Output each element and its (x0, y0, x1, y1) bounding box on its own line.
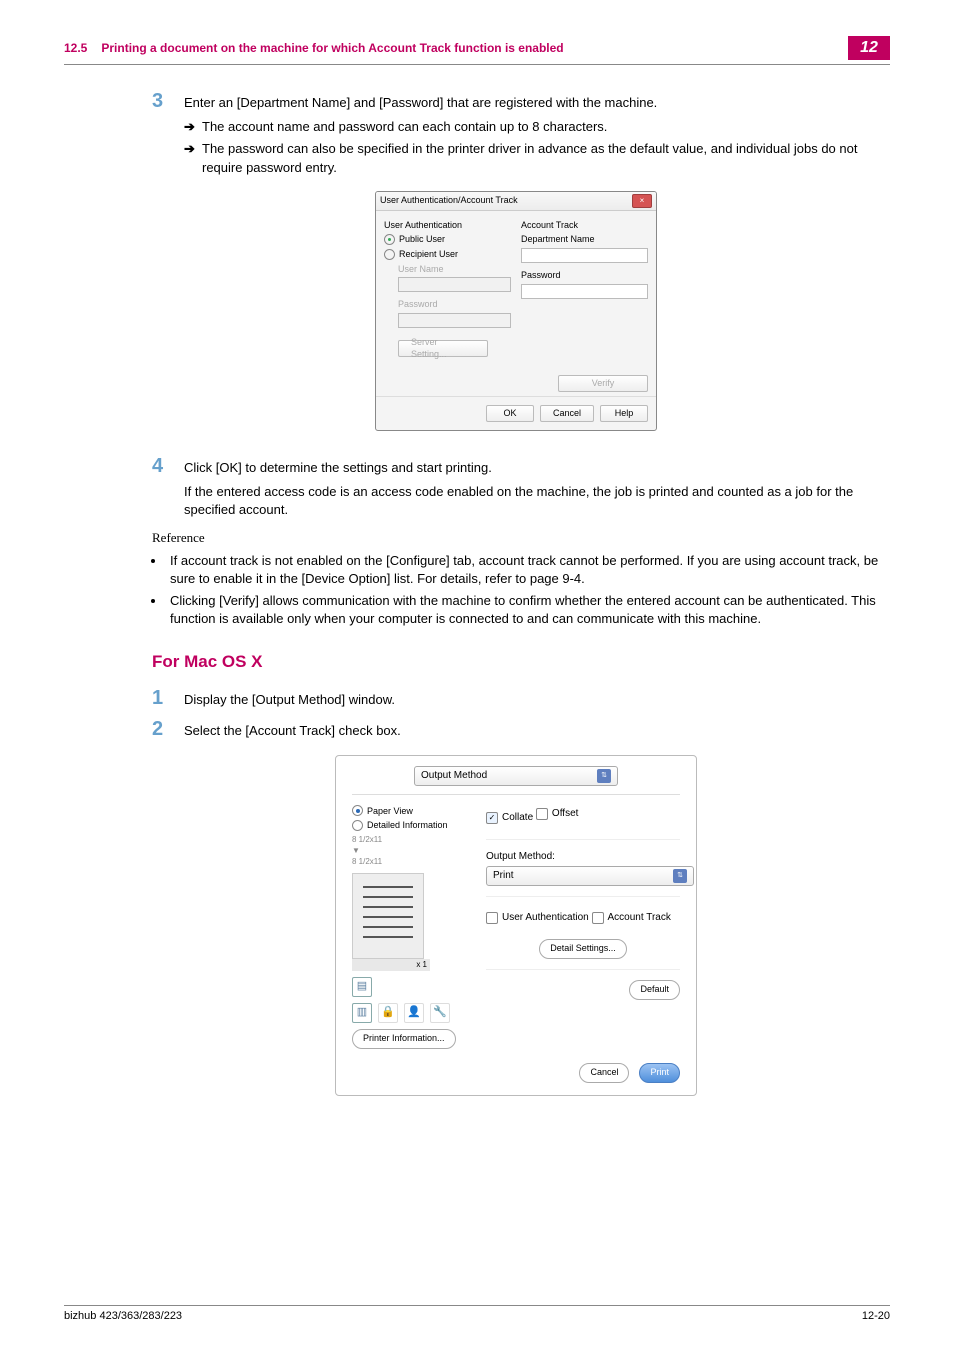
step-number-3: 3 (152, 91, 184, 112)
arrow-icon: ➔ (184, 118, 202, 136)
public-user-radio[interactable] (384, 234, 395, 245)
dept-name-label: Department Name (521, 233, 648, 246)
help-button[interactable]: Help (600, 405, 648, 422)
ua-password-input (398, 313, 511, 328)
user-auth-checkbox[interactable] (486, 912, 498, 924)
section-number: 12.5 (64, 41, 87, 55)
offset-checkbox[interactable] (536, 808, 548, 820)
account-track-checkbox[interactable] (592, 912, 604, 924)
detailed-info-radio[interactable] (352, 820, 363, 831)
step-4-text: Click [OK] to determine the settings and… (184, 459, 880, 477)
dim-a: 8 1/2x11 (352, 834, 472, 845)
dept-name-input[interactable] (521, 248, 648, 263)
footer-left: bizhub 423/363/283/223 (64, 1310, 182, 1322)
recipient-user-label: Recipient User (399, 248, 458, 261)
user-auth-label: User Authentication (502, 911, 589, 925)
footer-right: 12-20 (862, 1310, 890, 1322)
lock-icon: 🔒 (378, 1003, 398, 1023)
step-3-sub1: The account name and password can each c… (202, 118, 607, 136)
detail-settings-button[interactable]: Detail Settings... (539, 939, 627, 959)
chevron-up-down-icon: ⇅ (673, 869, 687, 883)
public-user-label: Public User (399, 233, 445, 246)
mac-step-number-2: 2 (152, 719, 184, 740)
reference-bullet-1: If account track is not enabled on the [… (166, 552, 880, 588)
paper-view-label: Paper View (367, 805, 413, 818)
collate-label: Collate (502, 811, 533, 825)
page-preview (352, 873, 424, 959)
step-3-sub2: The password can also be specified in th… (202, 140, 880, 176)
output-method-value: Print (493, 869, 514, 883)
arrow-down-icon: ▼ (352, 845, 472, 856)
ok-button[interactable]: OK (486, 405, 534, 422)
reference-heading: Reference (152, 529, 880, 547)
user-icon: 👤 (404, 1003, 424, 1023)
dim-b: 8 1/2x11 (352, 856, 472, 867)
mac-print-button[interactable]: Print (639, 1063, 680, 1083)
user-auth-heading: User Authentication (384, 219, 511, 232)
default-button[interactable]: Default (629, 980, 680, 1000)
close-icon[interactable]: × (632, 194, 652, 208)
collate-checkbox[interactable]: ✓ (486, 812, 498, 824)
step-3-text: Enter an [Department Name] and [Password… (184, 91, 880, 112)
paper-view-radio[interactable] (352, 805, 363, 816)
step-number-4: 4 (152, 456, 184, 520)
user-name-input (398, 277, 511, 292)
account-track-label: Account Track (608, 911, 671, 925)
verify-button[interactable]: Verify (558, 375, 648, 392)
at-password-input[interactable] (521, 284, 648, 299)
section-title: Printing a document on the machine for w… (101, 41, 848, 55)
step-4-para: If the entered access code is an access … (184, 483, 880, 519)
cancel-button[interactable]: Cancel (540, 405, 594, 422)
detailed-info-label: Detailed Information (367, 819, 448, 832)
offset-label: Offset (552, 807, 579, 821)
printer-info-button[interactable]: Printer Information... (352, 1029, 456, 1049)
pane-select-value: Output Method (421, 769, 487, 783)
output-method-label: Output Method: (486, 850, 680, 864)
mac-step-1-text: Display the [Output Method] window. (184, 688, 880, 709)
user-name-label: User Name (398, 263, 511, 276)
mac-step-2-text: Select the [Account Track] check box. (184, 719, 880, 740)
chapter-badge: 12 (848, 36, 890, 60)
mac-step-number-1: 1 (152, 688, 184, 709)
recipient-user-radio[interactable] (384, 249, 395, 260)
copies-badge: x 1 (352, 959, 430, 970)
pane-select[interactable]: Output Method ⇅ (414, 766, 618, 786)
mac-output-method-dialog: Output Method ⇅ Paper View (335, 755, 697, 1096)
arrow-icon: ➔ (184, 140, 202, 158)
reference-bullet-2: Clicking [Verify] allows communication w… (166, 592, 880, 628)
tray-icon: ▤ (352, 977, 372, 997)
account-track-heading: Account Track (521, 219, 648, 232)
server-setting-button: Server Setting... (398, 340, 488, 357)
chevron-up-down-icon: ⇅ (597, 769, 611, 783)
user-auth-dialog: User Authentication/Account Track × User… (375, 191, 657, 431)
mac-heading: For Mac OS X (152, 650, 880, 674)
output-method-select[interactable]: Print ⇅ (486, 866, 694, 886)
at-password-label: Password (521, 269, 648, 282)
wrench-icon: 🔧 (430, 1003, 450, 1023)
ua-password-label: Password (398, 298, 511, 311)
mac-cancel-button[interactable]: Cancel (579, 1063, 629, 1083)
document-icon: ▥ (352, 1003, 372, 1023)
dialog-title: User Authentication/Account Track (380, 194, 518, 207)
